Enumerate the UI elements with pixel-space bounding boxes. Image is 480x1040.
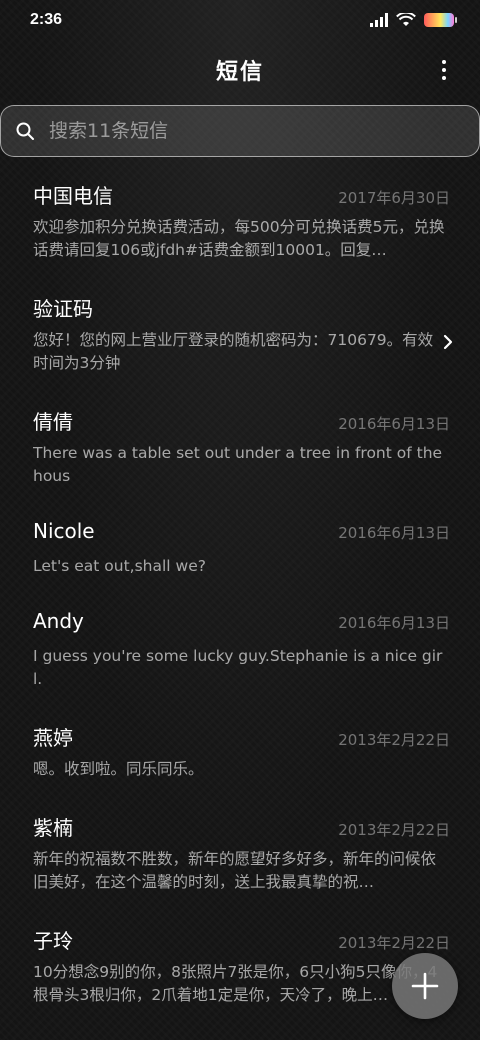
message-item[interactable]: 验证码 您好！您的网上营业厅登录的随机密码为：710679。有效时间为3分钟 (0, 293, 480, 406)
page-title: 短信 (215, 60, 264, 85)
message-item[interactable]: 倩倩 2016年6月13日 There was a table set out … (0, 406, 480, 519)
message-date: 2016年6月13日 (338, 614, 450, 632)
more-vertical-icon-dot (442, 68, 446, 72)
message-date: 2013年2月22日 (338, 821, 450, 839)
message-preview: 新年的祝福数不胜数，新年的愿望好多好多，新年的问候依旧美好，在这个温馨的时刻，送… (33, 850, 437, 891)
search-box[interactable] (0, 105, 480, 157)
chevron-right-icon (443, 334, 453, 350)
search-input[interactable] (47, 119, 465, 143)
more-vertical-icon-dot (442, 76, 446, 80)
sender-name: 倩倩 (33, 410, 73, 434)
battery-icon (424, 13, 457, 27)
message-item[interactable]: 紫楠 2013年2月22日 新年的祝福数不胜数，新年的愿望好多好多，新年的问候依… (0, 812, 480, 925)
message-date: 2016年6月13日 (338, 524, 450, 542)
sender-name: Nicole (33, 519, 95, 543)
message-preview: 欢迎参加积分兑换话费活动，每500分可兑换话费5元，兑换话费请回复106或jfd… (33, 218, 445, 259)
sender-name: 中国电信 (33, 184, 113, 208)
message-preview: 您好！您的网上营业厅登录的随机密码为：710679。有效时间为3分钟 (33, 331, 434, 372)
more-vertical-icon (442, 60, 446, 64)
message-date: 2017年6月30日 (338, 189, 450, 207)
message-date: 2013年2月22日 (338, 731, 450, 749)
sender-name: 子玲 (33, 929, 73, 953)
message-item[interactable]: 燕婷 2013年2月22日 嗯。收到啦。同乐同乐。 (0, 722, 480, 812)
plus-icon (411, 972, 439, 1000)
message-item[interactable]: Andy 2016年6月13日 I guess you're some luck… (0, 609, 480, 722)
status-icons (370, 13, 457, 27)
signal-icon (370, 13, 388, 27)
wifi-icon (396, 13, 416, 26)
new-message-button[interactable] (392, 953, 458, 1019)
message-item[interactable]: 中国电信 2017年6月30日 欢迎参加积分兑换话费活动，每500分可兑换话费5… (0, 180, 480, 293)
message-preview: Let's eat out,shall we? (33, 557, 206, 575)
sender-name: 紫楠 (33, 816, 73, 840)
sender-name: Andy (33, 609, 84, 633)
message-preview: I guess you're some lucky guy.Stephanie … (33, 647, 443, 688)
status-time: 2:36 (30, 11, 63, 28)
message-list: 中国电信 2017年6月30日 欢迎参加积分兑换话费活动，每500分可兑换话费5… (0, 180, 480, 1040)
message-preview: There was a table set out under a tree i… (33, 444, 443, 485)
more-options-button[interactable] (434, 56, 454, 84)
sender-name: 验证码 (33, 297, 93, 321)
message-item[interactable]: Nicole 2016年6月13日 Let's eat out,shall we… (0, 519, 480, 609)
message-preview: 10分想念9别的你，8张照片7张是你，6只小狗5只像你，4根骨头3根归你，2爪着… (33, 963, 438, 1004)
header: 短信 (0, 40, 480, 100)
sender-name: 燕婷 (33, 726, 73, 750)
message-preview: 嗯。收到啦。同乐同乐。 (33, 760, 204, 778)
status-bar: 2:36 (0, 0, 480, 40)
message-date: 2013年2月22日 (338, 934, 450, 952)
search-bar (0, 105, 480, 157)
search-icon (16, 122, 34, 140)
message-date: 2016年6月13日 (338, 415, 450, 433)
